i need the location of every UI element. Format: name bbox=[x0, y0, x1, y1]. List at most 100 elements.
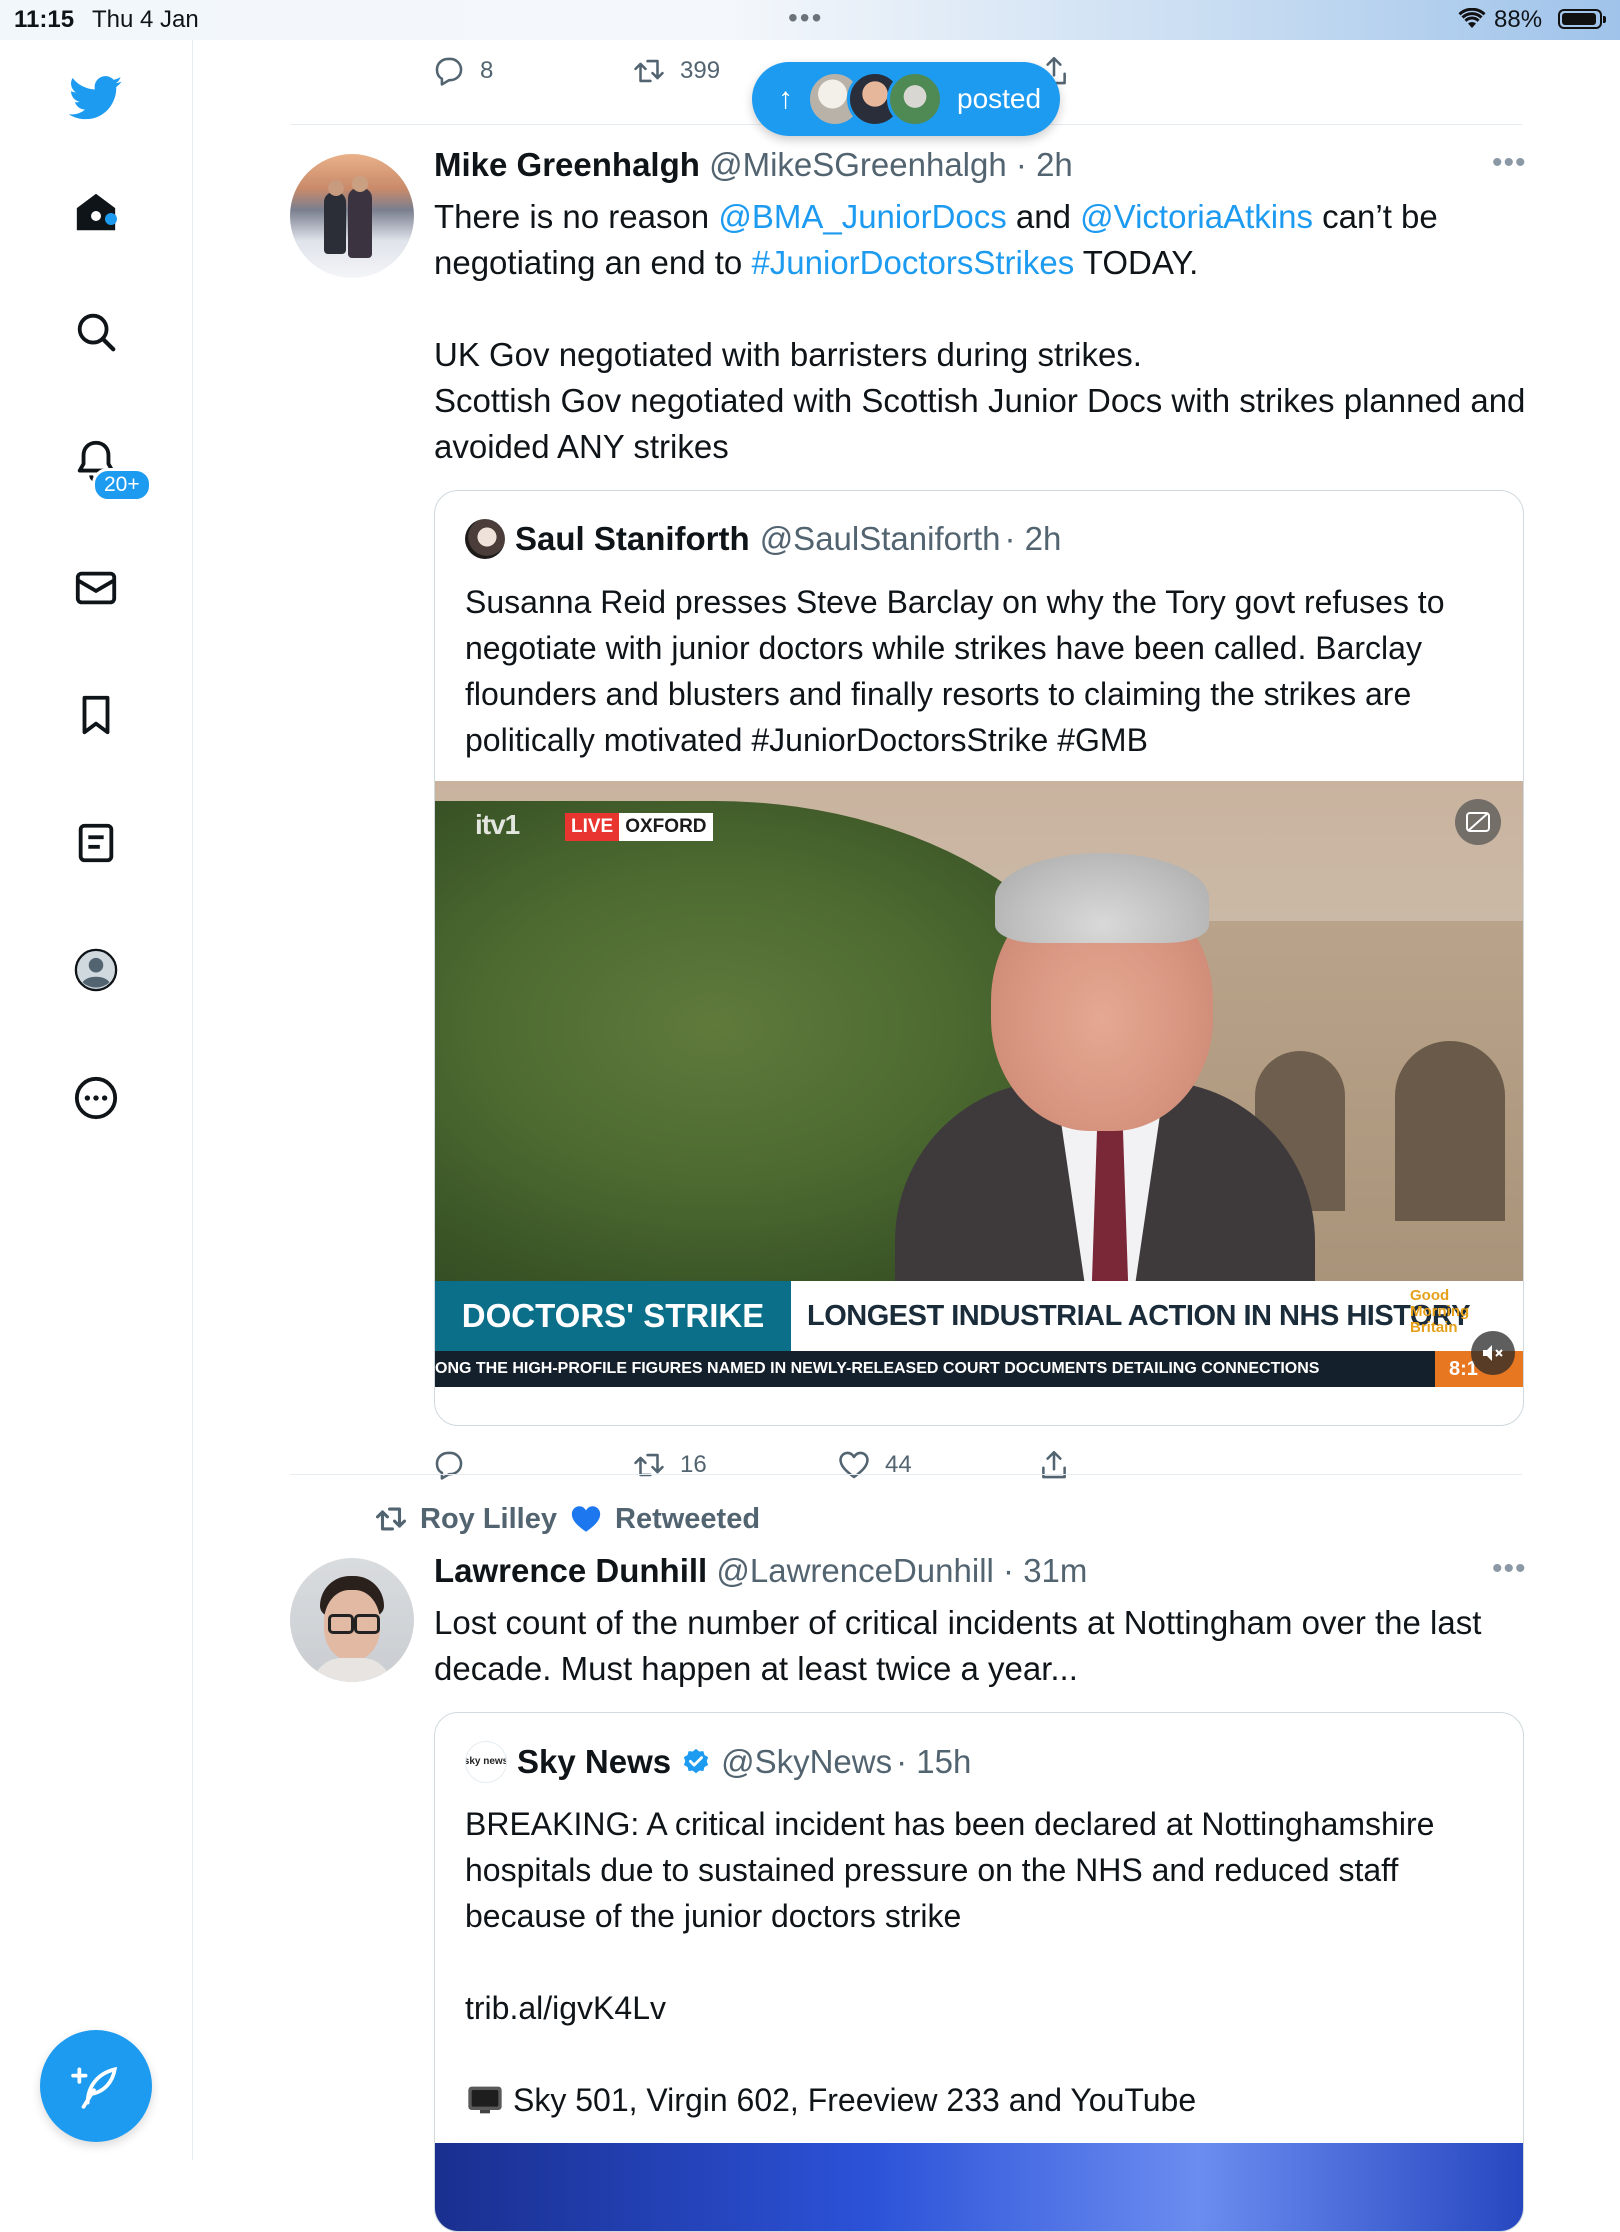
quote2-author-name: Sky News bbox=[517, 1743, 672, 1780]
retweet-icon bbox=[634, 59, 664, 83]
quote2-paragraph-3: Sky 501, Virgin 602, Freeview 233 and Yo… bbox=[465, 2077, 1485, 2123]
tweet1-author-name[interactable]: Mike Greenhalgh bbox=[434, 146, 700, 183]
quote1-header: Saul Staniforth @SaulStaniforth · 2h bbox=[465, 519, 1061, 559]
home-icon[interactable] bbox=[66, 182, 126, 242]
timeline-feed[interactable]: 8 399 Mike Greenhalgh @MikeSGreenhalgh ·… bbox=[192, 40, 1620, 2232]
compose-feather-icon bbox=[71, 2066, 118, 2109]
new-posts-pill-button[interactable]: ↑ posted bbox=[752, 62, 1060, 136]
retweeted-label: Retweeted bbox=[615, 1502, 761, 1535]
tweet2-retweet-context[interactable]: Roy Lilley Retweeted bbox=[374, 1502, 760, 1536]
messages-envelope-icon[interactable] bbox=[66, 558, 126, 618]
tweet1-author-handle[interactable]: @MikeSGreenhalgh bbox=[709, 146, 1007, 183]
compose-tweet-button[interactable] bbox=[40, 2030, 152, 2142]
profile-avatar-icon[interactable] bbox=[66, 940, 126, 1000]
video-live-tag: LIVE OXFORD bbox=[565, 813, 713, 841]
sky-news-avatar[interactable]: sky news bbox=[465, 1741, 507, 1783]
notifications-badge: 20+ bbox=[92, 468, 152, 502]
retweet-icon bbox=[634, 1453, 664, 1477]
mention-bma-juniordocs[interactable]: @BMA_JuniorDocs bbox=[718, 198, 1006, 235]
wifi-icon bbox=[1458, 7, 1486, 35]
home-unread-dot bbox=[105, 213, 117, 225]
video-ticker: ONG THE HIGH-PROFILE FIGURES NAMED IN NE… bbox=[435, 1351, 1435, 1387]
video-arch bbox=[1395, 1041, 1505, 1221]
heart-icon bbox=[839, 1451, 869, 1479]
mute-icon[interactable] bbox=[1471, 1331, 1515, 1375]
quote1-avatar[interactable] bbox=[465, 519, 505, 559]
tweet1-retweet-button[interactable]: 16 bbox=[632, 1448, 707, 1482]
tweet1-text: There is no reason @BMA_JuniorDocs and @… bbox=[434, 194, 1534, 470]
quote2-header: sky news Sky News @SkyNews · 15h bbox=[465, 1741, 971, 1783]
tweet1-avatar[interactable] bbox=[290, 154, 414, 278]
tweet2-header: Lawrence Dunhill @LawrenceDunhill · 31m bbox=[434, 1552, 1087, 1590]
tweet1-text-segment: TODAY. bbox=[1074, 244, 1199, 281]
verified-badge-icon bbox=[683, 1748, 709, 1774]
hashtag-juniordoctorsstrikes[interactable]: #JuniorDoctorsStrikes bbox=[751, 244, 1074, 281]
blue-heart-icon bbox=[571, 1506, 601, 1532]
quote1-video[interactable]: itv1 LIVE OXFORD DOCTORS' STRIKE LONGEST… bbox=[435, 781, 1523, 1387]
tweet1-reply-button[interactable] bbox=[432, 1448, 466, 1482]
tweet1-quote-card[interactable]: Saul Staniforth @SaulStaniforth · 2h Sus… bbox=[434, 490, 1524, 1426]
posted-label: posted bbox=[957, 83, 1042, 114]
tweet1-paragraph-3: Scottish Gov negotiated with Scottish Ju… bbox=[434, 382, 1526, 465]
avatar-glasses bbox=[354, 1614, 380, 1634]
tweet1-paragraph-1: There is no reason @BMA_JuniorDocs and @… bbox=[434, 194, 1534, 286]
video-live-label: LIVE bbox=[565, 813, 620, 841]
tweet2-more-icon[interactable]: ••• bbox=[1492, 1552, 1527, 1586]
twitter-logo-icon[interactable] bbox=[66, 68, 126, 128]
prev-reply-count: 8 bbox=[480, 57, 494, 84]
retweet-context-icon bbox=[375, 1507, 407, 1531]
battery-icon bbox=[1558, 9, 1606, 29]
quote2-text: BREAKING: A critical incident has been d… bbox=[465, 1801, 1485, 2123]
tweet-divider bbox=[290, 1474, 1522, 1475]
sidebar: 20+ bbox=[0, 40, 193, 2160]
tweet1-like-button[interactable]: 44 bbox=[837, 1448, 912, 1482]
tweet2-avatar[interactable] bbox=[290, 1558, 414, 1682]
share-icon bbox=[1042, 1450, 1066, 1479]
tweet1-header: Mike Greenhalgh @MikeSGreenhalgh · 2h bbox=[434, 146, 1073, 184]
status-time: 11:15 bbox=[14, 6, 75, 33]
quote1-author-name: Saul Staniforth bbox=[515, 520, 750, 557]
avatar-shirt bbox=[312, 1658, 392, 1682]
quote2-paragraph-1: BREAKING: A critical incident has been d… bbox=[465, 1806, 1435, 1934]
search-icon[interactable] bbox=[66, 302, 126, 362]
arrow-up-icon: ↑ bbox=[778, 82, 793, 115]
reply-icon bbox=[435, 1451, 463, 1480]
status-bar: 11:15 Thu 4 Jan ••• 88% bbox=[0, 0, 1620, 40]
tweet1-timestamp[interactable]: · 2h bbox=[1016, 146, 1073, 183]
quote2-tv-channels: Sky 501, Virgin 602, Freeview 233 and Yo… bbox=[513, 2082, 1197, 2118]
tweet1-text-segment: and bbox=[1006, 198, 1081, 235]
tweet1-paragraph-2: UK Gov negotiated with barristers during… bbox=[434, 336, 1142, 373]
quote2-author-handle: @SkyNews bbox=[721, 1743, 893, 1780]
tweet2-author-name[interactable]: Lawrence Dunhill bbox=[434, 1552, 707, 1589]
prev-retweet-count: 399 bbox=[680, 57, 721, 84]
captions-icon[interactable] bbox=[1455, 799, 1501, 845]
tweet1-share-button[interactable] bbox=[1037, 1448, 1071, 1482]
video-person-hair bbox=[995, 853, 1209, 943]
tweet2-author-handle[interactable]: @LawrenceDunhill bbox=[716, 1552, 993, 1589]
video-location-label: OXFORD bbox=[619, 813, 713, 841]
quote1-timestamp: · 2h bbox=[1004, 520, 1062, 557]
mention-victoriaatkins[interactable]: @VictoriaAtkins bbox=[1080, 198, 1313, 235]
tweet1-text-segment: There is no reason bbox=[434, 198, 719, 235]
quote2-media-preview[interactable] bbox=[435, 2143, 1523, 2231]
television-icon bbox=[468, 2086, 502, 2114]
quote1-author-handle: @SaulStaniforth bbox=[759, 520, 1001, 557]
status-date: Thu 4 Jan bbox=[92, 6, 199, 33]
tweet2-quote-card[interactable]: sky news Sky News @SkyNews · 15h BREAKIN… bbox=[434, 1712, 1524, 2232]
multitask-dots-icon[interactable]: ••• bbox=[788, 2, 823, 34]
lists-icon[interactable] bbox=[66, 813, 126, 873]
quote2-link: trib.al/igvK4Lv bbox=[465, 1990, 666, 2026]
quote1-text: Susanna Reid presses Steve Barclay on wh… bbox=[465, 584, 1445, 758]
video-show-logo: Good Morning Britain bbox=[1410, 1287, 1470, 1336]
avatar-glasses bbox=[328, 1614, 354, 1634]
battery-percent: 88% bbox=[1494, 6, 1543, 33]
prev-reply-button[interactable]: 8 bbox=[432, 54, 493, 88]
more-options-icon[interactable] bbox=[66, 1068, 126, 1128]
tweet2-text: Lost count of the number of critical inc… bbox=[434, 1604, 1482, 1687]
tweet1-more-icon[interactable]: ••• bbox=[1492, 146, 1527, 180]
prev-retweet-button[interactable]: 399 bbox=[632, 54, 720, 88]
bookmarks-icon[interactable] bbox=[66, 685, 126, 745]
quote2-timestamp: · 15h bbox=[896, 1743, 972, 1780]
tweet2-timestamp[interactable]: · 31m bbox=[1003, 1552, 1087, 1589]
pill-avatar bbox=[887, 71, 943, 127]
